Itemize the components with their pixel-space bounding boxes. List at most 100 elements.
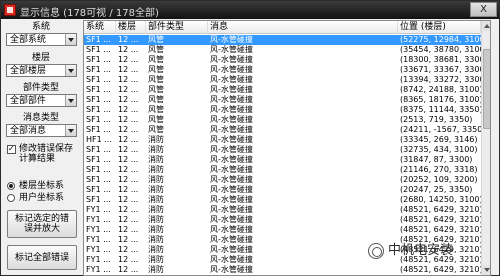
component-type-select-value: 全部部件 bbox=[10, 96, 47, 106]
scroll-up-arrow-icon[interactable] bbox=[482, 21, 490, 31]
system-select[interactable]: 全部系统 bbox=[6, 33, 77, 46]
cell-component-type: 消防 bbox=[148, 215, 164, 224]
cell-message: 风-水管碰撞 bbox=[210, 45, 253, 54]
cell-system: SF1 ... bbox=[86, 35, 111, 44]
cell-floor: 12 ... bbox=[118, 75, 139, 84]
cell-position: (8375, 11144, 3350) bbox=[400, 105, 481, 114]
cell-floor: 12 ... bbox=[118, 255, 139, 264]
table-row[interactable]: SF1 ... 12 ... 风管 风-水管碰撞 (33671, 33367, 3300… bbox=[84, 65, 481, 75]
table-row[interactable]: SF1 ... 12 ... 消防 风-水管碰撞 (31847, 87, 3300) bbox=[84, 155, 481, 165]
scrollbar-thumb[interactable] bbox=[483, 49, 490, 129]
table-row[interactable]: SF1 ... 12 ... 风管 风-水管碰撞 (35454, 38780, 3100… bbox=[84, 45, 481, 55]
cell-system: SF1 ... bbox=[86, 95, 111, 104]
cell-floor: 12 ... bbox=[118, 195, 139, 204]
cell-message: 风-水管碰撞 bbox=[210, 115, 253, 124]
cell-position: (32735, 434, 3100) bbox=[400, 145, 478, 154]
cell-floor: 12 ... bbox=[118, 225, 139, 234]
app-icon bbox=[4, 4, 16, 16]
chevron-down-icon[interactable] bbox=[65, 65, 76, 76]
table-row[interactable]: SF1 ... 12 ... 风管 风-水管碰撞 (8375, 11144, 3350) bbox=[84, 105, 481, 115]
column-header-position[interactable]: 位置 (楼层) bbox=[398, 21, 481, 34]
component-type-select[interactable]: 全部部件 bbox=[6, 94, 77, 107]
cell-system: SF1 ... bbox=[86, 145, 111, 154]
table-row[interactable]: SF1 ... 12 ... 风管 风-水管碰撞 (24211, -1567, 3350… bbox=[84, 125, 481, 135]
cell-floor: 12 ... bbox=[118, 35, 139, 44]
cell-message: 风-水管碰撞 bbox=[210, 125, 253, 134]
table-row[interactable]: SF1 ... 12 ... 消防 风-水管碰撞 (2680, 14250, 3100) bbox=[84, 195, 481, 205]
cell-message: 风-水管碰撞 bbox=[210, 165, 253, 174]
table-row[interactable]: SF1 ... 12 ... 消防 风-水管碰撞 (20247, 25, 3350) bbox=[84, 185, 481, 195]
cell-message: 风-水管碰撞 bbox=[210, 225, 253, 234]
table-row[interactable]: SF1 ... 12 ... 风管 风-水管碰撞 (13394, 33272, 3300… bbox=[84, 75, 481, 85]
cell-component-type: 消防 bbox=[148, 185, 164, 194]
chevron-down-icon[interactable] bbox=[65, 95, 76, 106]
cell-position: (8365, 18176, 3100) bbox=[400, 95, 481, 104]
title-bar[interactable]: 显示信息 (178可视 / 178全部) X bbox=[1, 1, 499, 19]
floor-select-value: 全部楼层 bbox=[10, 66, 47, 76]
table-row[interactable]: HF1 ... 12 ... 消防 风-水管碰撞 (33345, 269, 3146) bbox=[84, 135, 481, 145]
column-header-floor[interactable]: 楼层 bbox=[116, 21, 146, 34]
message-type-select[interactable]: 全部消息 bbox=[6, 124, 77, 137]
chevron-down-icon[interactable] bbox=[65, 34, 76, 45]
cell-component-type: 消防 bbox=[148, 265, 164, 274]
message-type-select-value: 全部消息 bbox=[10, 126, 47, 136]
cell-system: SF1 ... bbox=[86, 185, 111, 194]
cell-position: (48521, 6429, 3210) bbox=[400, 225, 481, 234]
cell-floor: 12 ... bbox=[118, 55, 139, 64]
cell-message: 风-水管碰撞 bbox=[210, 75, 253, 84]
cell-message: 风-水管碰撞 bbox=[210, 175, 253, 184]
table-row[interactable]: SF1 ... 12 ... 风管 风-水管碰撞 (2513, 719, 3350) bbox=[84, 115, 481, 125]
wechat-logo-icon bbox=[368, 243, 384, 259]
cell-component-type: 风管 bbox=[148, 65, 164, 74]
column-header-component-type[interactable]: 部件类型 bbox=[146, 21, 208, 34]
coord-floor-radio[interactable] bbox=[7, 182, 15, 190]
cell-system: SF1 ... bbox=[86, 55, 111, 64]
cell-position: (13394, 33272, 3300) bbox=[400, 75, 481, 84]
delete-all-button[interactable]: 标记全部错误 bbox=[7, 245, 77, 270]
error-list[interactable]: 系统 楼层 部件类型 消息 位置 (楼层) SF1 ... 12 ... 风管 风-水… bbox=[83, 20, 491, 276]
coord-user-radio[interactable] bbox=[7, 194, 15, 202]
auto-del-checkbox[interactable] bbox=[7, 144, 16, 154]
list-header: 系统 楼层 部件类型 消息 位置 (楼层) bbox=[84, 21, 481, 34]
chevron-down-icon[interactable] bbox=[65, 125, 76, 136]
table-row[interactable]: SF1 ... 12 ... 消防 风-水管碰撞 (21146, 270, 3318) bbox=[84, 165, 481, 175]
table-row[interactable]: SF1 ... 12 ... 风管 风-水管碰撞 (8742, 24188, 3100) bbox=[84, 85, 481, 95]
cell-position: (21146, 270, 3318) bbox=[400, 165, 478, 174]
cell-position: (48521, 6429, 3210) bbox=[400, 205, 481, 214]
table-row[interactable]: SF1 ... 12 ... 风管 风-水管碰撞 (18300, 38681, 3300… bbox=[84, 55, 481, 65]
scroll-down-arrow-icon[interactable] bbox=[482, 265, 490, 275]
table-row[interactable]: SF1 ... 12 ... 消防 风-水管碰撞 (32735, 434, 3100) bbox=[84, 145, 481, 155]
message-type-label: 消息类型 bbox=[22, 113, 59, 123]
table-row[interactable]: SF1 ... 12 ... 风管 风-水管碰撞 (52275, 12984, 3100… bbox=[84, 35, 481, 45]
column-header-message[interactable]: 消息 bbox=[208, 21, 398, 34]
close-button[interactable]: X bbox=[470, 2, 497, 17]
table-row[interactable]: FY1 ... 12 ... 消防 风-水管碰撞 (48521, 6429, 3210) bbox=[84, 205, 481, 215]
cell-component-type: 风管 bbox=[148, 125, 164, 134]
table-row[interactable]: FY1 ... 12 ... 消防 风-水管碰撞 (48521, 6429, 3210) bbox=[84, 215, 481, 225]
cell-floor: 12 ... bbox=[118, 165, 139, 174]
component-type-label: 部件类型 bbox=[22, 83, 59, 93]
cell-message: 风-水管碰撞 bbox=[210, 135, 253, 144]
floor-select[interactable]: 全部楼层 bbox=[6, 64, 77, 77]
window-title: 显示信息 (178可视 / 178全部) bbox=[20, 8, 159, 19]
cell-system: FY1 ... bbox=[86, 205, 111, 214]
cell-position: (48521, 6429, 3210) bbox=[400, 215, 481, 224]
cell-floor: 12 ... bbox=[118, 145, 139, 154]
cell-position: (8742, 24188, 3100) bbox=[400, 85, 481, 94]
cell-component-type: 风管 bbox=[148, 85, 164, 94]
table-row[interactable]: SF1 ... 12 ... 风管 风-水管碰撞 (8365, 18176, 3100) bbox=[84, 95, 481, 105]
coord-floor-option[interactable]: 楼层坐标系 bbox=[7, 181, 81, 191]
coord-user-option[interactable]: 用户坐标系 bbox=[7, 193, 81, 203]
table-row[interactable]: FY1 ... 12 ... 消防 风-水管碰撞 (48521, 6429, 3210) bbox=[84, 225, 481, 235]
cell-position: (18300, 38681, 3300) bbox=[400, 55, 481, 64]
table-row[interactable]: SF1 ... 12 ... 消防 风-水管碰撞 (20252, 109, 3200) bbox=[84, 175, 481, 185]
column-header-system[interactable]: 系统 bbox=[84, 21, 116, 34]
vertical-scrollbar[interactable] bbox=[481, 21, 490, 275]
cell-component-type: 消防 bbox=[148, 225, 164, 234]
cell-message: 风-水管碰撞 bbox=[210, 35, 253, 44]
table-row[interactable]: FY1 ... 12 ... 消防 风-水管碰撞 (48521, 6429, 3210) bbox=[84, 265, 481, 275]
delete-selected-button[interactable]: 标记选定的错误并放大 bbox=[7, 210, 77, 238]
cell-system: FY1 ... bbox=[86, 255, 111, 264]
cell-message: 风-水管碰撞 bbox=[210, 85, 253, 94]
cell-system: SF1 ... bbox=[86, 105, 111, 114]
